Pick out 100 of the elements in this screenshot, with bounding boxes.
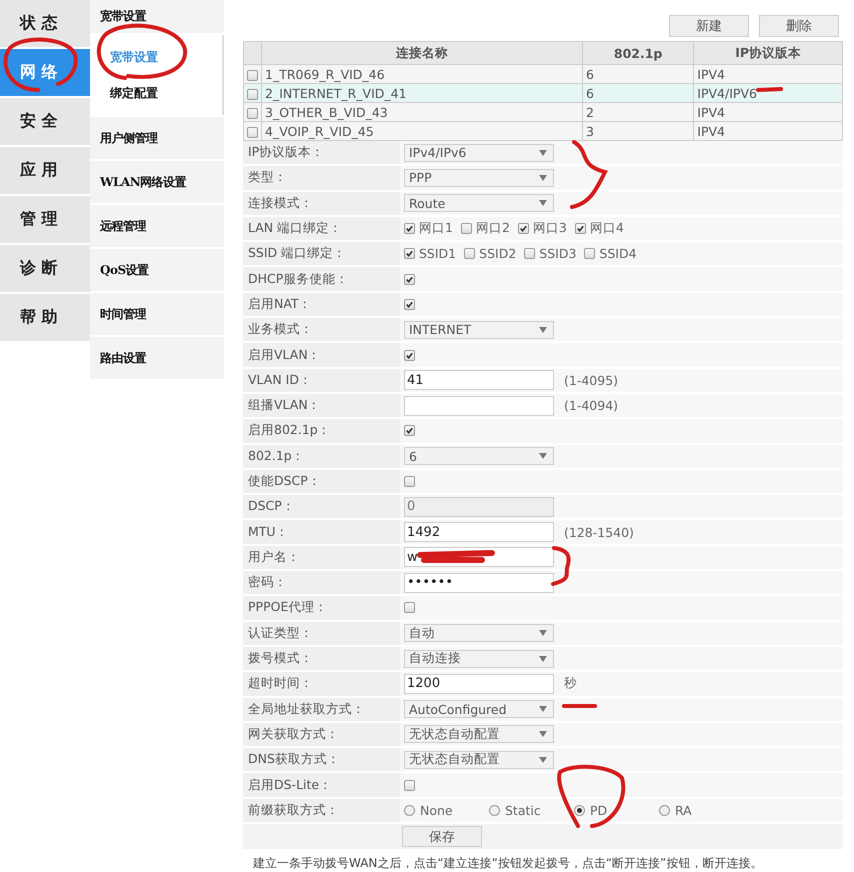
field-label: 认证类型：	[248, 624, 313, 642]
field-label: IP协议版本：	[248, 144, 324, 162]
submenu-item[interactable]: QoS设置	[90, 249, 224, 291]
dropdown[interactable]: AutoConfigured	[404, 700, 554, 718]
checkbox-label: SSID4	[599, 246, 637, 262]
input-field[interactable]: 1492	[404, 522, 554, 542]
table-cell: 6	[582, 64, 694, 84]
checkbox[interactable]	[404, 223, 415, 234]
checkbox-label: SSID3	[539, 246, 576, 262]
dropdown[interactable]: 6	[404, 447, 554, 466]
radio-button[interactable]	[659, 804, 670, 816]
nav-item[interactable]: 状 态	[0, 0, 90, 47]
nav-item[interactable]: 安 全	[0, 98, 90, 145]
submenu-item[interactable]: 时间管理	[90, 293, 224, 335]
toolbar-button[interactable]: 新建	[669, 15, 749, 37]
dropdown[interactable]: 无状态自动配置	[404, 750, 554, 769]
dropdown[interactable]: 自动连接	[404, 650, 554, 668]
field-label: 使能DSCP：	[248, 473, 321, 490]
submenu-item[interactable]: 远程管理	[90, 205, 224, 247]
caret-icon	[539, 453, 547, 460]
caret-icon	[539, 656, 547, 662]
dropdown[interactable]: 自动	[404, 624, 554, 642]
field-label: 启用NAT：	[248, 296, 312, 313]
checkbox[interactable]	[404, 476, 415, 487]
hint-text: 秒	[564, 675, 577, 692]
radio-button[interactable]	[489, 804, 500, 816]
save-button[interactable]: 保存	[402, 826, 482, 848]
checkbox[interactable]	[404, 350, 415, 361]
field-label: 前缀获取方式：	[248, 802, 339, 819]
checkbox[interactable]	[584, 248, 596, 260]
table-cell: IPV4	[694, 64, 842, 84]
hint-text: (128-1540)	[564, 524, 634, 540]
radio-label: None	[420, 802, 453, 818]
annotation-mark	[562, 704, 597, 708]
input-field[interactable]: 41	[404, 370, 554, 390]
field-label: 类型：	[248, 169, 287, 186]
submenu-item[interactable]: 路由设置	[90, 337, 224, 379]
checkbox[interactable]	[404, 274, 415, 285]
nav-item[interactable]: 管 理	[0, 196, 90, 243]
table-cell: 2_INTERNET_R_VID_41	[262, 84, 582, 102]
column-header: 连接名称	[262, 42, 582, 64]
field-label: 业务模式：	[248, 321, 313, 338]
nav-item[interactable]: 应 用	[0, 147, 90, 194]
checkbox[interactable]	[247, 70, 258, 81]
field-label: 启用802.1p：	[248, 422, 331, 440]
field-label: PPPOE代理：	[248, 599, 328, 616]
checkbox[interactable]	[460, 223, 472, 234]
checkbox[interactable]	[518, 223, 529, 234]
dropdown[interactable]: PPP	[404, 168, 554, 187]
caret-icon	[539, 706, 547, 712]
submenu-header[interactable]: 宽带设置	[90, 0, 224, 33]
table-cell: 1_TR069_R_VID_46	[262, 64, 582, 84]
field-label: 网关获取方式：	[248, 726, 339, 743]
checkbox[interactable]	[404, 780, 415, 791]
field-label: DSCP：	[248, 498, 295, 516]
checkbox-label: 网口3	[532, 220, 567, 238]
field-label: 密码：	[248, 574, 287, 592]
caret-icon	[539, 150, 547, 156]
radio-label: RA	[675, 802, 692, 818]
caret-icon	[539, 630, 547, 636]
checkbox-label: SSID2	[479, 246, 516, 262]
dropdown[interactable]: Route	[404, 194, 554, 212]
checkbox[interactable]	[247, 88, 258, 100]
field-label: LAN 端口绑定：	[248, 220, 342, 238]
checkbox[interactable]	[247, 108, 258, 119]
submenu-item[interactable]: WLAN网络设置	[90, 161, 224, 203]
table-cell: IPV4	[694, 122, 842, 140]
field-label: 用户名：	[248, 548, 300, 566]
checkbox[interactable]	[574, 223, 586, 234]
field-label: 连接模式：	[248, 194, 313, 212]
checkbox[interactable]	[247, 126, 258, 138]
checkbox[interactable]	[524, 248, 536, 260]
column-header: 802.1p	[582, 42, 694, 64]
radio-label: PD	[590, 802, 608, 818]
checkbox[interactable]	[464, 248, 476, 260]
checkbox[interactable]	[404, 248, 415, 260]
table-cell: IPV4/IPV6	[694, 84, 842, 102]
field-label: DHCP服务使能：	[248, 270, 348, 288]
submenu-item[interactable]: 绑定配置	[98, 75, 222, 111]
radio-button[interactable]	[574, 804, 585, 816]
submenu-item[interactable]: 用户侧管理	[90, 117, 224, 159]
input-field[interactable]: 1200	[404, 674, 554, 694]
dropdown[interactable]: 无状态自动配置	[404, 725, 554, 744]
checkbox[interactable]	[404, 298, 415, 310]
checkbox[interactable]	[404, 602, 415, 614]
dropdown[interactable]: INTERNET	[404, 320, 554, 339]
nav-item[interactable]: 诊 断	[0, 245, 90, 292]
checkbox[interactable]	[404, 425, 415, 436]
password-field[interactable]: ••••••	[404, 572, 554, 593]
nav-item[interactable]: 帮 助	[0, 294, 90, 341]
field-label: 802.1p：	[248, 448, 305, 465]
caret-icon	[539, 756, 547, 763]
caret-icon	[539, 731, 547, 738]
dropdown[interactable]: IPv4/IPv6	[404, 144, 554, 162]
field-label: MTU：	[248, 524, 289, 541]
toolbar-button[interactable]: 删除	[759, 15, 839, 37]
checkbox-label: 网口4	[590, 220, 624, 238]
table-cell: IPV4	[694, 102, 842, 122]
radio-button[interactable]	[404, 804, 415, 816]
input-field[interactable]	[404, 396, 554, 416]
